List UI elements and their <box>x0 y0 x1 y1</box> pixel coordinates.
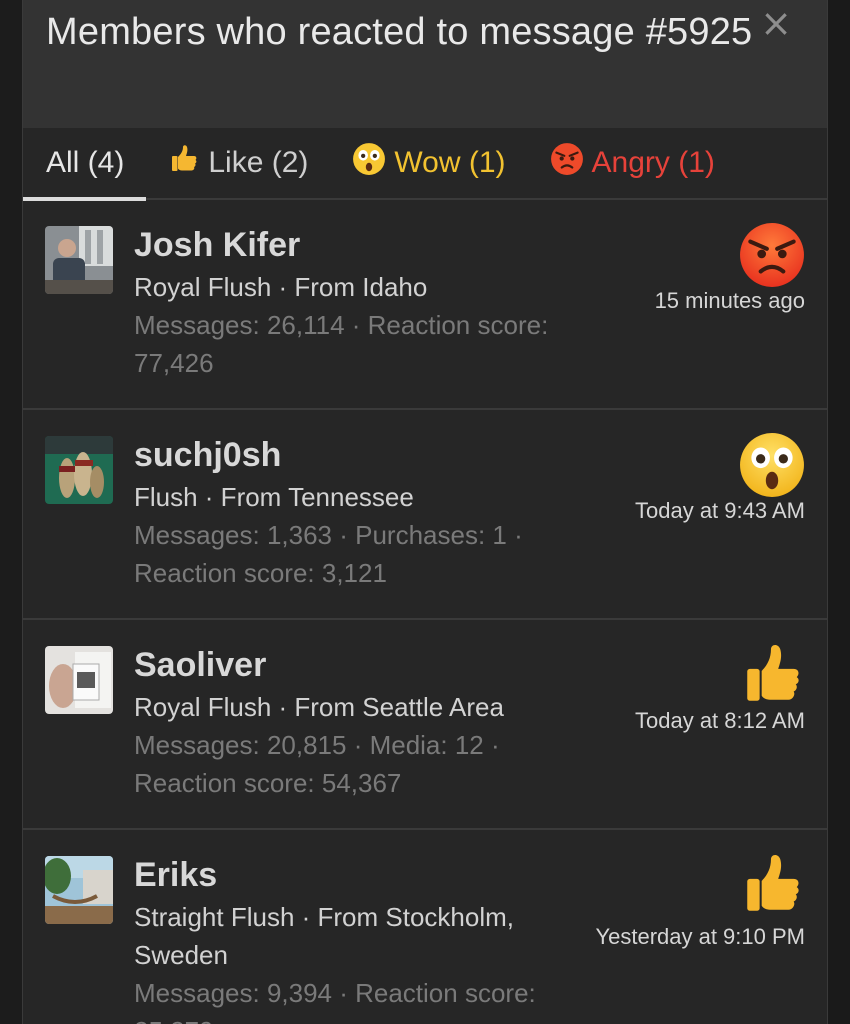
avatar[interactable] <box>45 856 113 924</box>
page-backdrop-right <box>828 0 850 1024</box>
member-info: Josh Kifer Royal Flush · From Idaho Mess… <box>134 222 577 382</box>
close-icon[interactable]: × <box>759 4 793 42</box>
member-stats: Messages: 20,815 · Media: 12 · Reaction … <box>134 730 500 798</box>
list-item: Josh Kifer Royal Flush · From Idaho Mess… <box>23 200 827 410</box>
avatar[interactable] <box>45 226 113 294</box>
angry-face-icon <box>550 142 584 184</box>
member-title: Flush · From Tennessee <box>134 482 414 512</box>
tab-wow[interactable]: Wow (1) <box>352 127 506 199</box>
wow-face-icon <box>352 142 386 184</box>
reaction-time: Today at 9:43 AM <box>635 498 805 523</box>
member-info: suchj0sh Flush · From Tennessee Messages… <box>134 432 577 592</box>
reaction-time: Today at 8:12 AM <box>635 708 805 733</box>
list-item: Eriks Straight Flush · From Stockholm, S… <box>23 830 827 1024</box>
page-backdrop-left <box>0 0 22 1024</box>
dialog-header: Members who reacted to message #5925 × <box>23 0 827 128</box>
tab-angry[interactable]: Angry (1) <box>550 127 715 199</box>
member-info: Saoliver Royal Flush · From Seattle Area… <box>134 642 577 802</box>
reaction-tabs: All (4) Like (2) Wow (1) Angry (1) <box>23 127 827 201</box>
member-name[interactable]: Eriks <box>134 852 577 898</box>
reaction-time: Yesterday at 9:10 PM <box>595 924 805 949</box>
member-name[interactable]: Saoliver <box>134 642 577 688</box>
reactions-dialog: Members who reacted to message #5925 × A… <box>22 0 828 1024</box>
thumbs-up-icon <box>168 143 200 183</box>
member-stats: Messages: 9,394 · Reaction score: 25,279 <box>134 978 536 1024</box>
member-info: Eriks Straight Flush · From Stockholm, S… <box>134 852 577 1024</box>
wow-face-icon <box>739 432 805 498</box>
avatar[interactable] <box>45 646 113 714</box>
tab-like-label: Like (2) <box>208 146 309 179</box>
list-item: Saoliver Royal Flush · From Seattle Area… <box>23 620 827 830</box>
member-stats: Messages: 26,114 · Reaction score: 77,42… <box>134 310 549 378</box>
member-stats: Messages: 1,363 · Purchases: 1 · Reactio… <box>134 520 523 588</box>
tab-angry-label: Angry (1) <box>591 146 715 179</box>
tab-all-label: All (4) <box>46 146 125 179</box>
member-title: Royal Flush · From Seattle Area <box>134 692 504 722</box>
thumbs-up-icon <box>739 642 805 708</box>
member-name[interactable]: Josh Kifer <box>134 222 577 268</box>
tab-like[interactable]: Like (2) <box>168 127 308 199</box>
member-title: Straight Flush · From Stockholm, Sweden <box>134 902 514 970</box>
reaction-time: 15 minutes ago <box>654 288 805 313</box>
member-name[interactable]: suchj0sh <box>134 432 577 478</box>
member-title: Royal Flush · From Idaho <box>134 272 428 302</box>
list-item: suchj0sh Flush · From Tennessee Messages… <box>23 410 827 620</box>
thumbs-up-icon <box>739 852 805 918</box>
avatar[interactable] <box>45 436 113 504</box>
dialog-title: Members who reacted to message #5925 <box>46 11 753 53</box>
angry-face-icon <box>739 222 805 288</box>
tab-wow-label: Wow (1) <box>394 146 506 179</box>
tab-all[interactable]: All (4) <box>23 127 147 201</box>
